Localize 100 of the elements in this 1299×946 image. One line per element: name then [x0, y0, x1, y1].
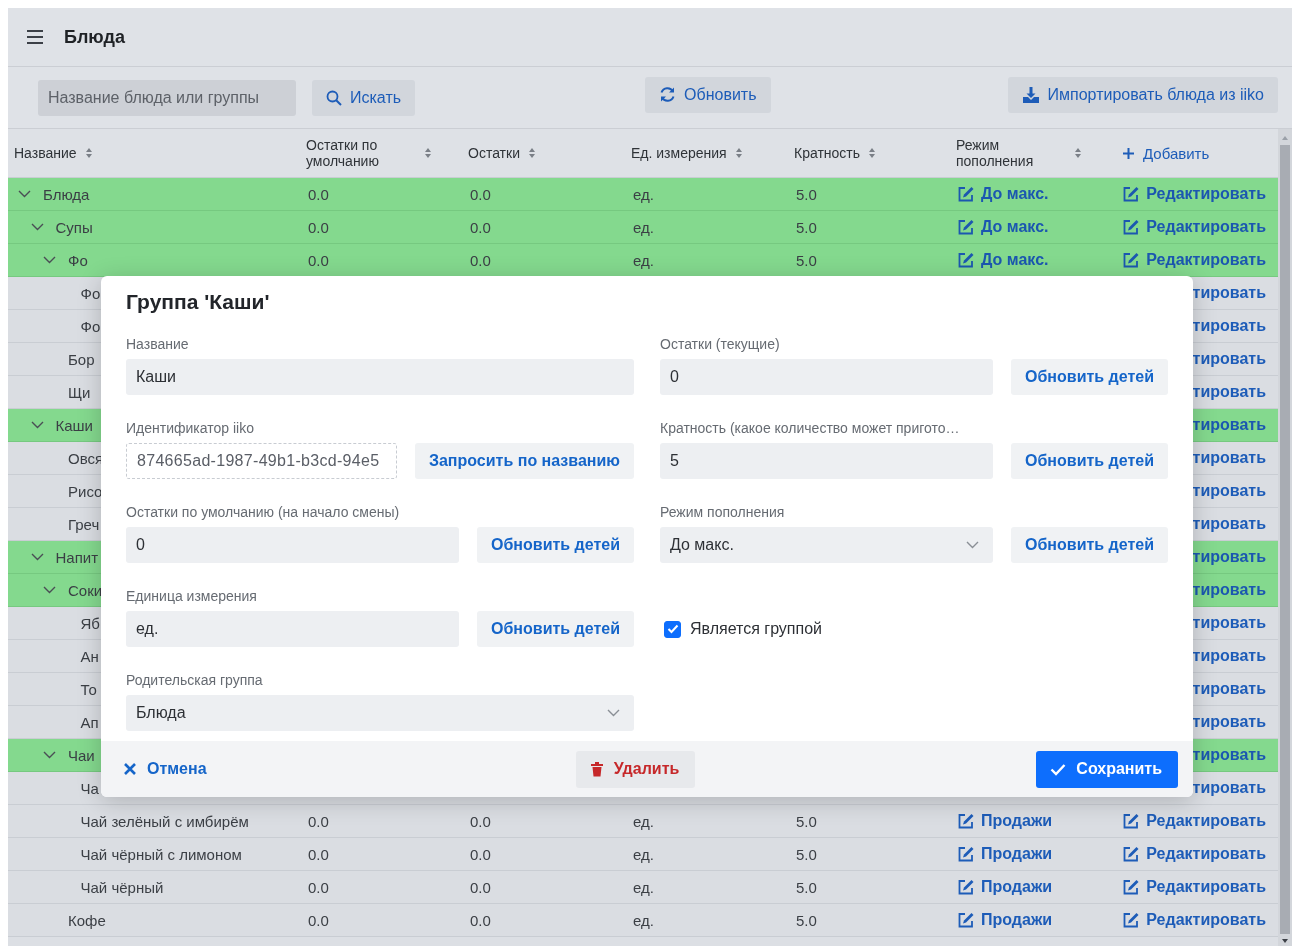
- edit-icon: [958, 879, 974, 895]
- refresh-button[interactable]: Обновить: [645, 76, 771, 113]
- update-children-button[interactable]: Обновить детей: [477, 527, 634, 563]
- edit-link[interactable]: тировать: [1192, 515, 1266, 533]
- replenish-mode-link[interactable]: Продажи: [958, 812, 1053, 830]
- trash-icon: [589, 761, 604, 777]
- table-cell: 5.0: [796, 812, 817, 830]
- scroll-down-icon: [1281, 938, 1289, 944]
- scrollbar-thumb[interactable]: [1280, 145, 1290, 934]
- dish-name: Соки: [68, 581, 103, 599]
- dish-name: Ап: [80, 713, 99, 731]
- table-cell: 0.0: [470, 218, 491, 236]
- id-field[interactable]: 874665ad-1987-49b1-b3cd-94e5: [126, 443, 397, 479]
- edit-icon: [958, 252, 974, 268]
- dish-name: Чай чёрный: [80, 878, 164, 896]
- replenish-mode-link[interactable]: Продажи: [958, 911, 1053, 929]
- field-label: Кратность (какое количество может пригото…: [660, 420, 961, 437]
- input-field[interactable]: 0: [660, 359, 994, 395]
- column-header[interactable]: Кратность: [794, 144, 861, 162]
- table-cell: 0.0: [308, 218, 329, 236]
- input-field[interactable]: ед.: [126, 611, 460, 647]
- edit-link[interactable]: Редактировать: [1123, 845, 1266, 863]
- update-children-button[interactable]: Обновить детей: [477, 611, 634, 647]
- check-icon: [1050, 762, 1067, 776]
- edit-link[interactable]: Редактировать: [1123, 185, 1266, 203]
- dish-name: Супы: [55, 218, 93, 236]
- table-row[interactable]: Фо 0.0 0.0 ед. 5.0 До макс. Редактировать: [8, 244, 1278, 277]
- edit-link[interactable]: тировать: [1192, 548, 1266, 566]
- table-row[interactable]: Супы 0.0 0.0 ед. 5.0 До макс. Редактировать: [8, 211, 1278, 244]
- field-label: Родительская группа: [126, 672, 264, 689]
- field-label: Остатки по умолчанию (на начало смены): [126, 504, 401, 521]
- edit-icon: [1123, 219, 1140, 235]
- edit-link[interactable]: Редактировать: [1123, 812, 1266, 830]
- column-header[interactable]: Режим пополнения: [956, 136, 1066, 170]
- table-cell: 5.0: [796, 845, 817, 863]
- edit-link[interactable]: тировать: [1192, 581, 1266, 599]
- close-icon: [123, 762, 137, 776]
- edit-link[interactable]: тировать: [1192, 680, 1266, 698]
- delete-button[interactable]: Удалить: [575, 750, 696, 788]
- save-button[interactable]: Сохранить: [1036, 750, 1178, 788]
- edit-link[interactable]: тировать: [1192, 284, 1266, 302]
- import-button[interactable]: Импортировать блюда из iiko: [1007, 76, 1278, 113]
- column-header[interactable]: Остатки: [468, 144, 520, 162]
- menu-button[interactable]: [26, 30, 44, 44]
- replenish-mode-link[interactable]: Продажи: [958, 845, 1053, 863]
- edit-link[interactable]: тировать: [1192, 779, 1266, 797]
- replenish-mode-link[interactable]: Продажи: [958, 878, 1053, 896]
- dish-name: Блюда: [43, 185, 90, 203]
- table-cell: 5.0: [796, 218, 817, 236]
- edit-link[interactable]: Редактировать: [1123, 251, 1266, 269]
- edit-link[interactable]: тировать: [1192, 647, 1266, 665]
- edit-link[interactable]: тировать: [1192, 746, 1266, 764]
- add-link[interactable]: Добавить: [1118, 144, 1210, 162]
- table-cell: ед.: [633, 218, 654, 236]
- select-field[interactable]: До макс.: [660, 527, 994, 563]
- table-cell: ед.: [633, 251, 654, 269]
- edit-link[interactable]: тировать: [1192, 317, 1266, 335]
- request-button[interactable]: Запросить по названию: [414, 443, 634, 479]
- table-cell: ед.: [633, 845, 654, 863]
- refresh-icon: [659, 86, 677, 103]
- update-children-button[interactable]: Обновить детей: [1011, 359, 1168, 395]
- column-header[interactable]: Ед. измерения: [631, 144, 727, 162]
- column-header[interactable]: Остатки по умолчанию: [306, 136, 416, 170]
- edit-link[interactable]: тировать: [1192, 383, 1266, 401]
- input-field[interactable]: Каши: [126, 359, 634, 395]
- edit-link[interactable]: тировать: [1192, 449, 1266, 467]
- column-header[interactable]: Название: [14, 144, 77, 162]
- dish-name: Греч: [68, 515, 100, 533]
- replenish-mode-link[interactable]: До макс.: [958, 185, 1049, 203]
- update-children-button[interactable]: Обновить детей: [1011, 527, 1168, 563]
- checkbox[interactable]: [664, 620, 681, 638]
- input-field[interactable]: 5: [660, 443, 994, 479]
- search-field[interactable]: Название блюда или группы: [38, 79, 296, 116]
- table-cell: 0.0: [308, 185, 329, 203]
- edit-link[interactable]: тировать: [1192, 350, 1266, 368]
- plus-icon: [1122, 146, 1135, 160]
- table-row[interactable]: Блюда 0.0 0.0 ед. 5.0 До макс. Редактировать: [8, 178, 1278, 211]
- edit-link[interactable]: тировать: [1192, 416, 1266, 434]
- input-field[interactable]: 0: [126, 527, 460, 563]
- select-field[interactable]: Блюда: [126, 695, 634, 731]
- search-button[interactable]: Искать: [312, 79, 416, 116]
- edit-link[interactable]: тировать: [1192, 482, 1266, 500]
- dish-name: Каши: [55, 416, 93, 434]
- checkbox-field[interactable]: Является группой: [660, 611, 1168, 647]
- edit-link[interactable]: тировать: [1192, 713, 1266, 731]
- cancel-button[interactable]: Отмена: [123, 750, 223, 788]
- update-children-button[interactable]: Обновить детей: [1011, 443, 1168, 479]
- edit-link[interactable]: Редактировать: [1123, 911, 1266, 929]
- edit-link[interactable]: тировать: [1192, 614, 1266, 632]
- edit-icon: [1123, 879, 1140, 895]
- replenish-mode-link[interactable]: До макс.: [958, 251, 1049, 269]
- field-label: Название: [126, 336, 190, 353]
- table-cell: 0.0: [308, 812, 329, 830]
- replenish-mode-link[interactable]: До макс.: [958, 218, 1049, 236]
- scrollbar[interactable]: [1278, 129, 1292, 946]
- edit-link[interactable]: Редактировать: [1123, 878, 1266, 896]
- table-cell: 5.0: [796, 911, 817, 929]
- field-label: Идентификатор iiko: [126, 420, 255, 437]
- field-label: Остатки (текущие): [660, 336, 781, 353]
- edit-link[interactable]: Редактировать: [1123, 218, 1266, 236]
